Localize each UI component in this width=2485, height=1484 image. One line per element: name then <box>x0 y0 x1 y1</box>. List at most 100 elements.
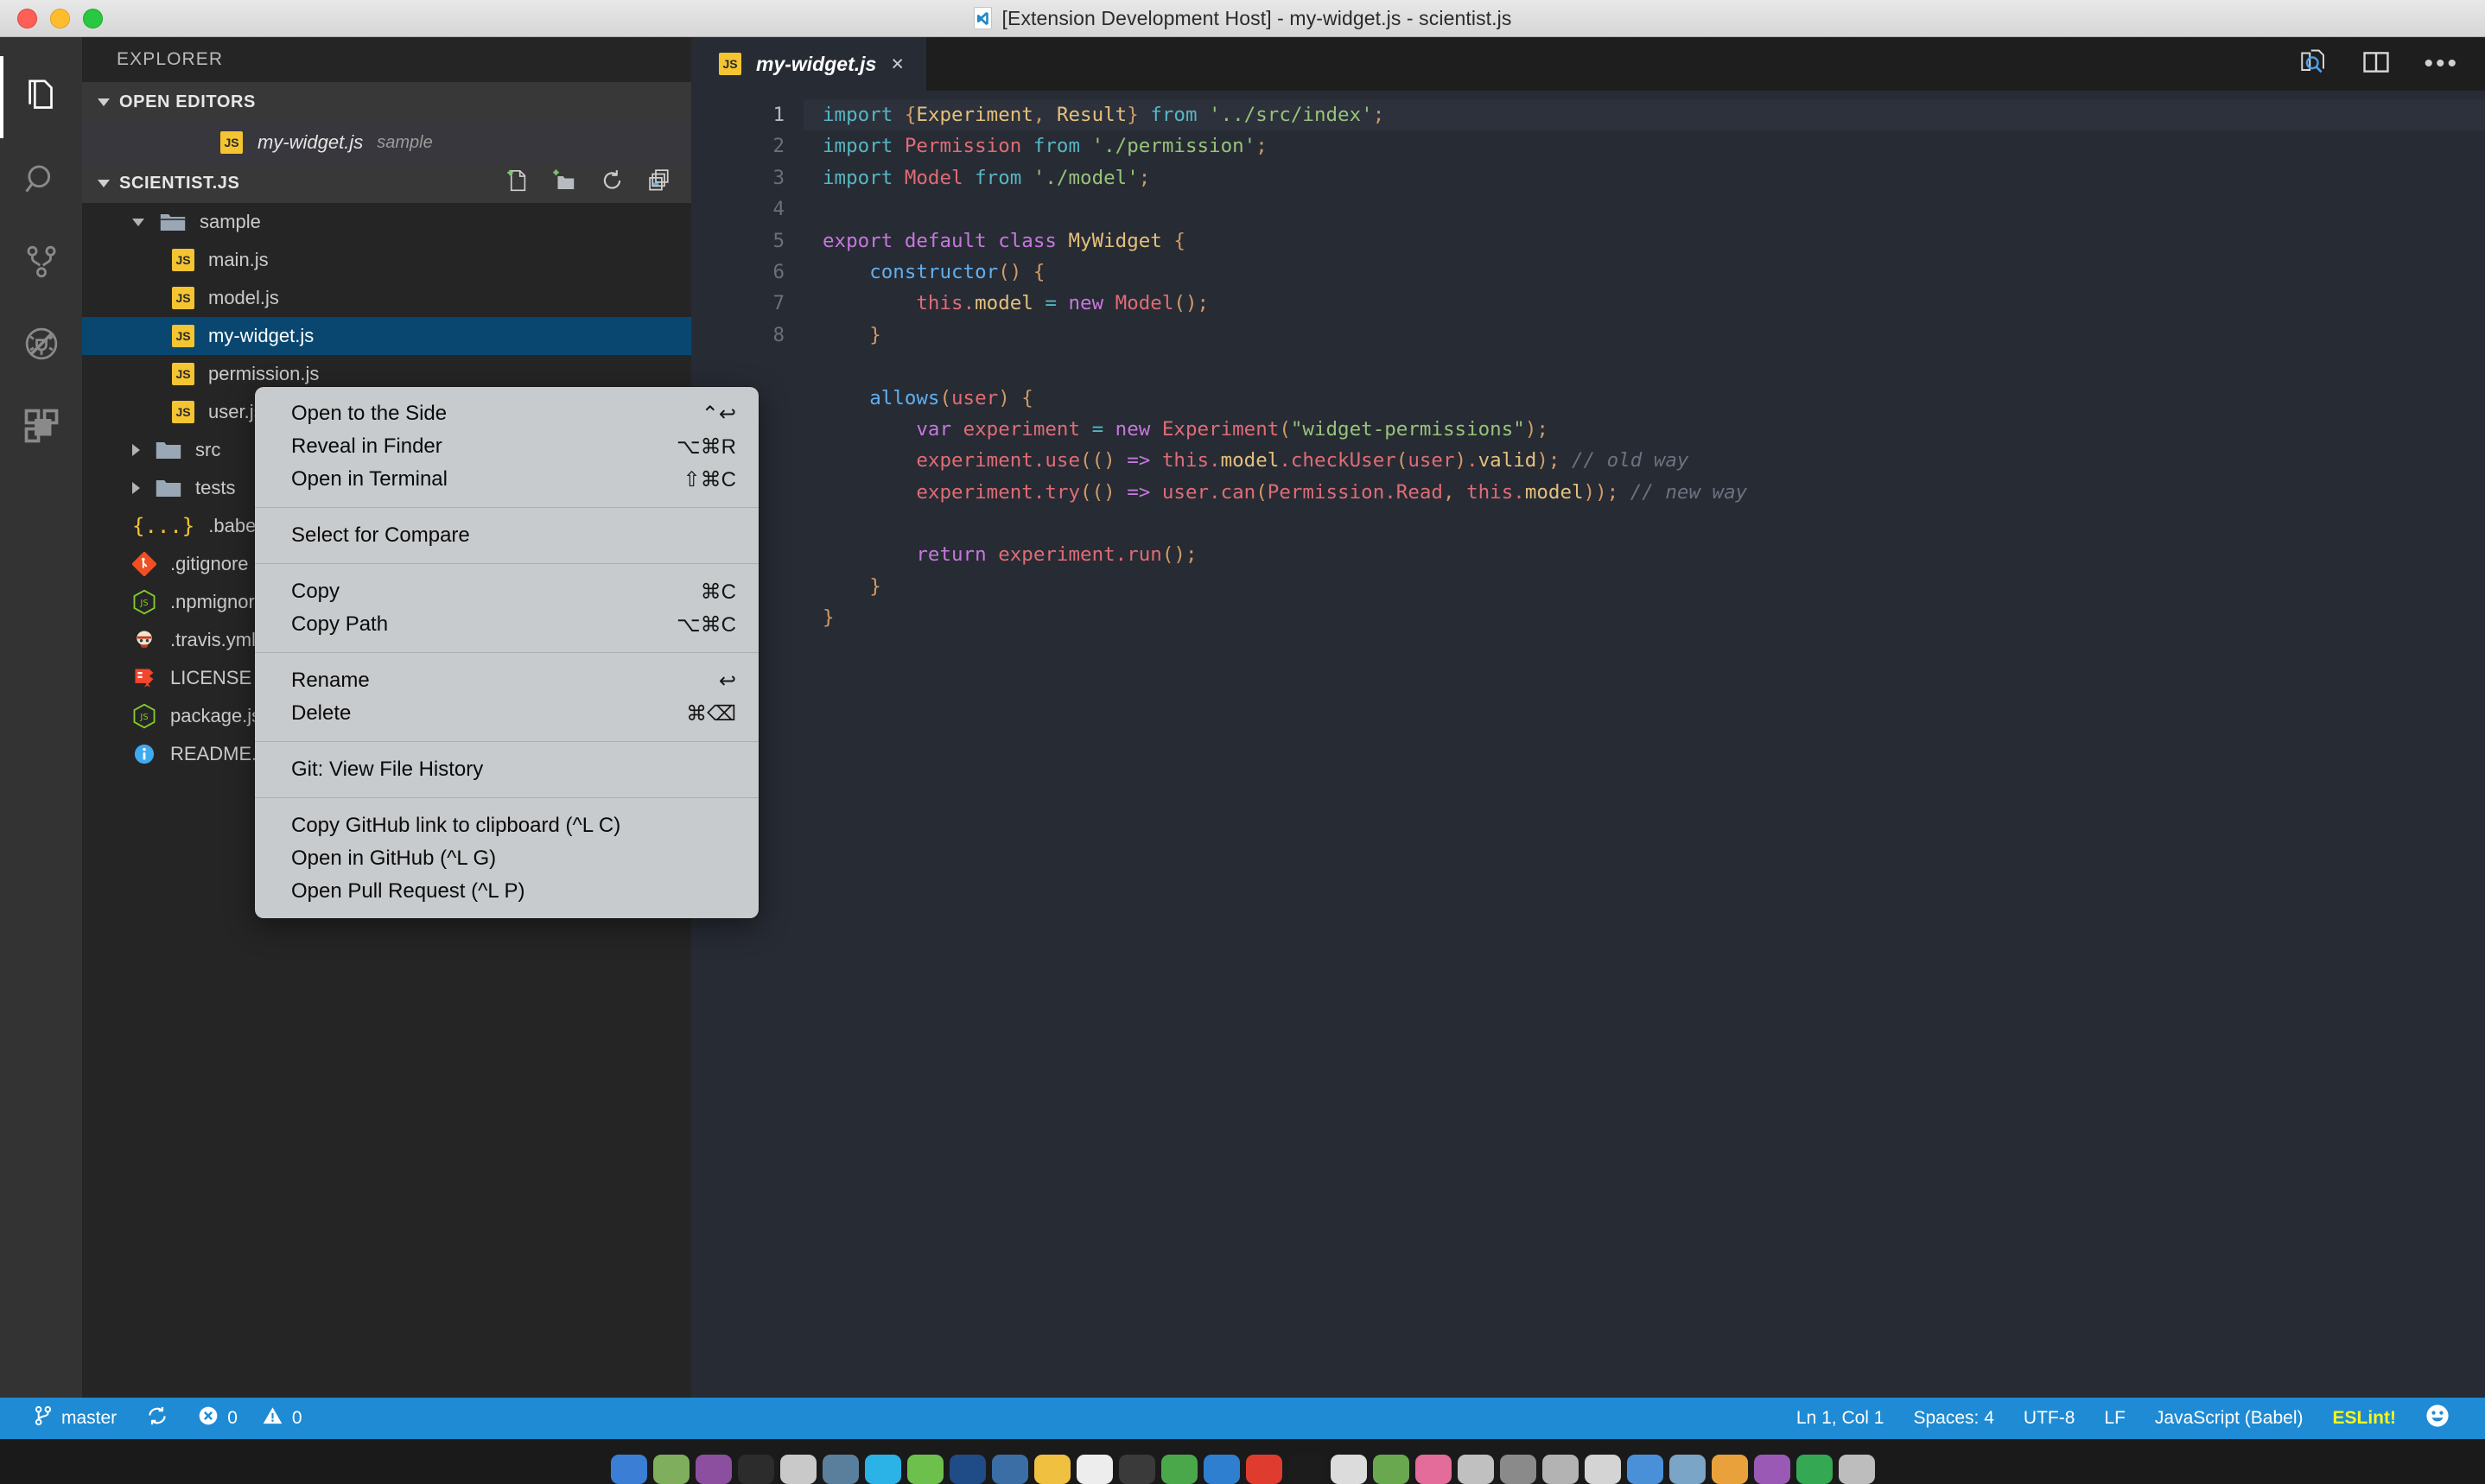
dock-app-icon[interactable] <box>1712 1455 1748 1484</box>
dock-app-icon[interactable] <box>696 1455 732 1484</box>
chevron-right-icon[interactable] <box>132 444 140 456</box>
code-text[interactable]: import Model from './model'; <box>804 162 2485 193</box>
status-eslint[interactable]: ESLint! <box>2318 1398 2412 1439</box>
maximize-window-button[interactable] <box>83 9 103 29</box>
window-controls[interactable] <box>17 0 103 37</box>
dock-app-icon[interactable] <box>1627 1455 1663 1484</box>
section-header-open-editors[interactable]: OPEN EDITORS <box>82 82 691 122</box>
menu-item-open-pull-request-l-p[interactable]: Open Pull Request (^L P) <box>255 875 759 908</box>
code-text[interactable]: experiment.use(() => this.model.checkUse… <box>804 445 2485 476</box>
code-text[interactable]: } <box>804 571 2485 602</box>
activitybar-item-search[interactable] <box>0 138 82 220</box>
dock-app-icon[interactable] <box>992 1455 1028 1484</box>
code-text[interactable]: } <box>804 320 2485 351</box>
dock-app-icon[interactable] <box>1204 1455 1240 1484</box>
code-text[interactable]: return experiment.run(); <box>804 539 2485 570</box>
open-editor-item-my-widget[interactable]: JS my-widget.js sample <box>82 122 691 163</box>
activitybar-item-debug[interactable] <box>0 302 82 384</box>
menu-item-copy[interactable]: Copy⌘C <box>255 575 759 608</box>
open-changes-icon[interactable] <box>2298 47 2329 82</box>
menu-item-git-view-file-history[interactable]: Git: View File History <box>255 753 759 786</box>
dock-app-icon[interactable] <box>611 1455 647 1484</box>
dock-app-icon[interactable] <box>1585 1455 1621 1484</box>
section-header-workspace[interactable]: SCIENTIST.JS <box>82 163 691 203</box>
status-branch[interactable]: master <box>19 1398 131 1439</box>
menu-item-label: Delete <box>291 701 351 726</box>
status-sync[interactable] <box>131 1398 183 1439</box>
dock-app-icon[interactable] <box>865 1455 901 1484</box>
dock-app-icon[interactable] <box>1373 1455 1409 1484</box>
activitybar-item-extensions[interactable] <box>0 384 82 466</box>
code-text[interactable] <box>804 351 2485 382</box>
code-text[interactable] <box>804 193 2485 225</box>
status-feedback[interactable] <box>2411 1398 2464 1439</box>
dock-app-icon[interactable] <box>1754 1455 1790 1484</box>
dock-app-icon[interactable] <box>1669 1455 1706 1484</box>
chevron-right-icon[interactable] <box>132 482 140 494</box>
split-editor-icon[interactable] <box>2361 48 2391 81</box>
code-text[interactable]: constructor() { <box>804 257 2485 288</box>
tree-item-my-widget-js[interactable]: JSmy-widget.js <box>82 317 691 355</box>
ellipsis-icon[interactable]: ••• <box>2424 51 2459 77</box>
close-icon[interactable]: × <box>891 54 904 75</box>
close-window-button[interactable] <box>17 9 37 29</box>
dock-app-icon[interactable] <box>653 1455 690 1484</box>
dock-app-icon[interactable] <box>1331 1455 1367 1484</box>
status-indentation[interactable]: Spaces: 4 <box>1899 1398 2009 1439</box>
code-editor[interactable]: 1import {Experiment, Result} from '../sr… <box>691 91 2485 1435</box>
dock-app-icon[interactable] <box>907 1455 944 1484</box>
tab-my-widget-js[interactable]: JS my-widget.js × <box>691 37 926 91</box>
dock-app-icon[interactable] <box>1796 1455 1833 1484</box>
code-text[interactable]: this.model = new Model(); <box>804 288 2485 319</box>
dock-app-icon[interactable] <box>1542 1455 1579 1484</box>
menu-item-open-in-terminal[interactable]: Open in Terminal⇧⌘C <box>255 463 759 496</box>
new-file-icon[interactable] <box>505 168 528 199</box>
code-text[interactable]: import Permission from './permission'; <box>804 130 2485 162</box>
menu-item-delete[interactable]: Delete⌘⌫ <box>255 697 759 730</box>
status-cursor-position[interactable]: Ln 1, Col 1 <box>1782 1398 1899 1439</box>
dock-app-icon[interactable] <box>1077 1455 1113 1484</box>
activitybar-item-explorer[interactable] <box>0 56 82 138</box>
dock-app-icon[interactable] <box>1839 1455 1875 1484</box>
new-folder-icon[interactable] <box>552 168 576 199</box>
status-eol[interactable]: LF <box>2089 1398 2140 1439</box>
code-text[interactable]: allows(user) { <box>804 383 2485 414</box>
dock-app-icon[interactable] <box>1458 1455 1494 1484</box>
tree-item-model-js[interactable]: JSmodel.js <box>82 279 691 317</box>
dock-app-icon[interactable] <box>780 1455 817 1484</box>
dock-app-icon[interactable] <box>950 1455 986 1484</box>
collapse-all-icon[interactable] <box>648 168 672 199</box>
tree-item-main-js[interactable]: JSmain.js <box>82 241 691 279</box>
activitybar-item-source-control[interactable] <box>0 220 82 302</box>
dock-app-icon[interactable] <box>1246 1455 1282 1484</box>
minimize-window-button[interactable] <box>50 9 70 29</box>
code-text[interactable]: var experiment = new Experiment("widget-… <box>804 414 2485 445</box>
dock-app-icon[interactable] <box>738 1455 774 1484</box>
tree-item-sample[interactable]: sample <box>82 203 691 241</box>
menu-item-select-for-compare[interactable]: Select for Compare <box>255 519 759 552</box>
status-encoding[interactable]: UTF-8 <box>2009 1398 2090 1439</box>
dock-app-icon[interactable] <box>1161 1455 1198 1484</box>
code-text[interactable] <box>804 508 2485 539</box>
refresh-icon[interactable] <box>601 168 624 199</box>
dock-app-icon[interactable] <box>1288 1455 1325 1484</box>
menu-item-reveal-in-finder[interactable]: Reveal in Finder⌥⌘R <box>255 430 759 463</box>
status-problems[interactable]: 0 0 <box>183 1398 316 1439</box>
code-text[interactable]: } <box>804 602 2485 633</box>
dock-app-icon[interactable] <box>1500 1455 1536 1484</box>
dock-app-icon[interactable] <box>823 1455 859 1484</box>
chevron-down-icon[interactable] <box>132 219 144 226</box>
editor-toolbar: ••• <box>2298 37 2459 91</box>
dock-app-icon[interactable] <box>1415 1455 1452 1484</box>
status-language-mode[interactable]: JavaScript (Babel) <box>2140 1398 2318 1439</box>
code-text[interactable]: experiment.try(() => user.can(Permission… <box>804 477 2485 508</box>
code-text[interactable]: export default class MyWidget { <box>804 225 2485 257</box>
dock-app-icon[interactable] <box>1034 1455 1071 1484</box>
dock-app-icon[interactable] <box>1119 1455 1155 1484</box>
menu-item-open-to-the-side[interactable]: Open to the Side⌃↩ <box>255 397 759 430</box>
menu-item-copy-path[interactable]: Copy Path⌥⌘C <box>255 608 759 641</box>
code-text[interactable]: import {Experiment, Result} from '../src… <box>804 99 2485 130</box>
menu-item-open-in-github-l-g[interactable]: Open in GitHub (^L G) <box>255 842 759 875</box>
menu-item-rename[interactable]: Rename↩ <box>255 664 759 697</box>
menu-item-copy-github-link-to-clipboard-l-c[interactable]: Copy GitHub link to clipboard (^L C) <box>255 809 759 842</box>
